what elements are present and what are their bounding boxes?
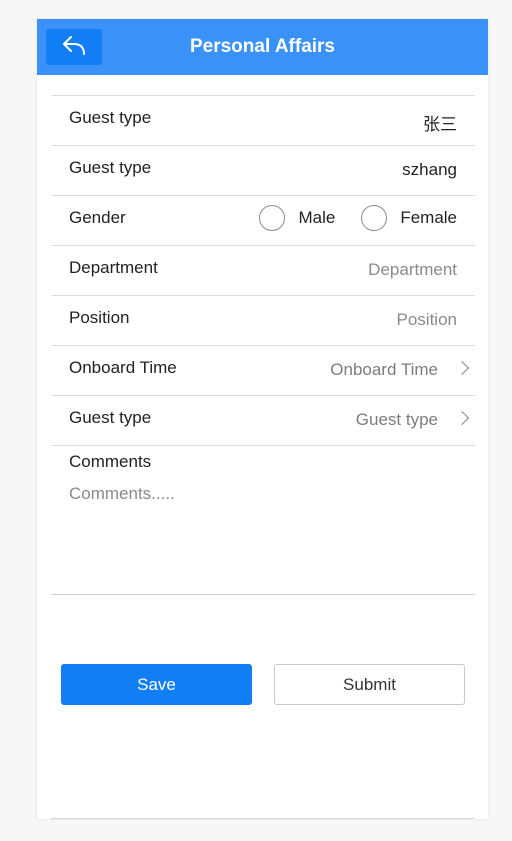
radio-female[interactable] [361,205,388,231]
page-title: Personal Affairs [189,36,335,57]
comments-section: Comments [51,445,475,595]
guest-username-row: Guest type szhang [51,145,475,195]
back-button[interactable] [46,29,102,65]
guest-type-label: Guest type [69,408,152,427]
chevron-right-icon [454,360,470,376]
guest-name-row: Guest type 张三 [51,95,475,145]
guest-name-value: 张三 [423,115,457,134]
comments-textarea[interactable] [69,484,449,579]
position-label: Position [69,308,130,327]
onboard-time-picker[interactable]: Onboard Time Onboard Time [51,345,475,395]
onboard-time-value[interactable]: Onboard Time [330,360,438,380]
radio-male[interactable] [259,205,286,231]
gender-option-male[interactable]: Male [259,205,335,231]
department-row: Department [51,245,475,295]
save-button[interactable]: Save [61,664,252,705]
gender-option-female[interactable]: Female [361,205,457,231]
bottom-divider [51,818,474,819]
submit-button[interactable]: Submit [274,664,465,705]
guest-type-label: Guest type [69,108,152,127]
position-input[interactable] [237,306,457,334]
personal-affairs-form: Guest type 张三 Guest type szhang Gender M… [51,95,475,595]
gender-radio-group: Male Female [259,205,457,231]
gender-row: Gender Male Female [51,195,475,245]
guest-type-label: Guest type [69,158,152,177]
header-bar: Personal Affairs [37,19,488,75]
female-label: Female [400,208,457,227]
male-label: Male [298,208,336,227]
app-screen: Personal Affairs Guest type 张三 Guest typ… [37,19,488,819]
department-input[interactable] [237,256,457,284]
guest-type-value[interactable]: Guest type [356,410,438,430]
reply-arrow-icon [61,34,87,61]
department-label: Department [69,258,158,277]
guest-type-picker[interactable]: Guest type Guest type [51,395,475,445]
chevron-right-icon [454,410,470,426]
onboard-time-label: Onboard Time [69,358,177,377]
gender-label: Gender [69,208,126,227]
comments-label: Comments [69,452,152,471]
position-row: Position [51,295,475,345]
guest-username-value: szhang [402,160,457,179]
